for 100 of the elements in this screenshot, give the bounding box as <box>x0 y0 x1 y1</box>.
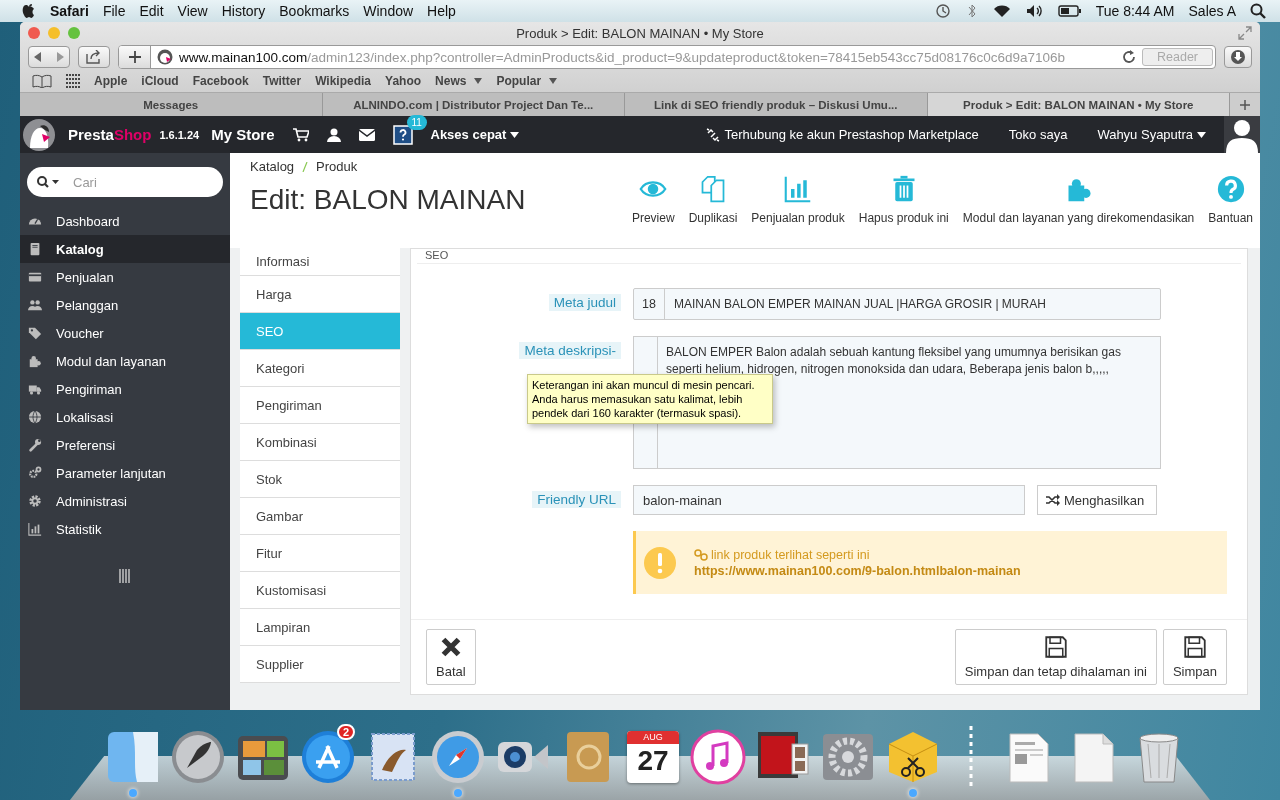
toolbar-button[interactable]: Modul dan layanan yang direkomendasikan <box>955 175 1202 225</box>
product-tab[interactable]: Fitur <box>240 535 400 572</box>
grid-icon[interactable] <box>66 74 80 88</box>
quick-access-menu[interactable]: Akses cepat <box>430 127 520 142</box>
product-tab[interactable]: Kombinasi <box>240 424 400 461</box>
generate-button[interactable]: Menghasilkan <box>1037 485 1158 515</box>
bird-logo[interactable] <box>22 117 56 152</box>
browser-tab[interactable]: Produk > Edit: BALON MAINAN • My Store <box>927 93 1230 116</box>
bookmark-link[interactable]: iCloud <box>141 74 179 88</box>
sidebar-item[interactable]: Penjualan <box>20 263 230 291</box>
book-icon <box>28 242 42 256</box>
product-tab[interactable]: Kategori <box>240 350 400 387</box>
rocket-icon[interactable] <box>169 728 227 786</box>
share-button[interactable] <box>78 46 110 68</box>
bookmark-link[interactable]: Wikipedia <box>315 74 372 88</box>
app-store-icon[interactable] <box>299 728 357 786</box>
product-tab[interactable]: Gambar <box>240 498 400 535</box>
cart-icon[interactable] <box>292 127 309 142</box>
add-bookmark-button[interactable] <box>119 46 151 68</box>
menu-item[interactable]: Bookmarks <box>279 3 350 19</box>
caret-icon <box>549 78 558 84</box>
user-avatar[interactable] <box>1224 116 1260 153</box>
clock-icon[interactable] <box>933 3 952 19</box>
sidebar-item[interactable]: Statistik <box>20 515 230 543</box>
menu-item[interactable]: Window <box>363 3 414 19</box>
save-button[interactable]: Simpan dan tetap dihalaman ini <box>954 629 1157 685</box>
collapse-handle-icon[interactable] <box>119 569 131 583</box>
sidebar-item[interactable]: Voucher <box>20 319 230 347</box>
product-tab[interactable]: Stok <box>240 461 400 498</box>
store-name[interactable]: My Store <box>211 126 275 143</box>
music-note-icon[interactable] <box>689 728 747 786</box>
compass-icon[interactable] <box>429 728 487 786</box>
fullscreen-icon[interactable] <box>1238 26 1252 40</box>
product-tab[interactable]: Kustomisasi <box>240 572 400 609</box>
menu-item[interactable]: Help <box>427 3 456 19</box>
help-icon[interactable] <box>392 124 413 145</box>
puzzle-icon <box>28 354 42 368</box>
cancel-button[interactable]: Batal <box>426 629 476 685</box>
url-field[interactable]: www.mainan100.com/admin123/index.php?controller=AdminProducts&id_product=9&updateproduct&token=78415eb543cc75d08176c0c6d9a7106b <box>179 49 1116 65</box>
toolbar-button[interactable]: Penjualan produk <box>744 175 852 225</box>
user-menu[interactable]: Sales A <box>1188 3 1236 19</box>
marketplace-link[interactable]: Terhubung ke akun Prestashop Marketplace <box>724 127 979 142</box>
close-button[interactable] <box>28 27 40 39</box>
search-icon[interactable] <box>37 176 59 188</box>
bookmark-link[interactable]: Apple <box>94 74 128 88</box>
sidebar-item[interactable]: Pengiriman <box>20 375 230 403</box>
sidebar-item[interactable]: Katalog <box>20 235 230 263</box>
search-icon[interactable] <box>1250 3 1266 19</box>
product-url-text: https://www.mainan100.com/9-balon.htmlbalon-mainan <box>694 563 1021 578</box>
bookmark-link[interactable]: Facebook <box>192 74 249 88</box>
clock-text[interactable]: Tue 8:44 AM <box>1095 3 1175 19</box>
apple-logo[interactable] <box>22 3 36 19</box>
downloads-button[interactable] <box>1224 46 1252 68</box>
meta-title-input[interactable]: MAINAN BALON EMPER MAINAN JUAL |HARGA GROSIR | MURAH <box>665 296 1160 312</box>
battery-icon[interactable] <box>1057 3 1082 19</box>
bookmark-link[interactable]: Popular <box>496 74 558 88</box>
bookmark-link[interactable]: Twitter <box>262 74 302 88</box>
back-forward-buttons[interactable] <box>28 46 70 68</box>
sidebar-item[interactable]: Pelanggan <box>20 291 230 319</box>
sidebar-item[interactable]: Dashboard <box>20 207 230 235</box>
menu-item[interactable]: Edit <box>139 3 164 19</box>
product-tab[interactable]: Lampiran <box>240 609 400 646</box>
product-tab[interactable]: Harga <box>240 276 400 313</box>
menu-item[interactable]: View <box>177 3 208 19</box>
reload-icon[interactable] <box>1122 50 1136 64</box>
character-count: 18 <box>634 289 665 319</box>
search-field[interactable]: Cari <box>27 167 223 197</box>
save-button[interactable]: Simpan <box>1162 629 1227 685</box>
meta-title-field[interactable]: 18 MAINAN BALON EMPER MAINAN JUAL |HARGA GROSIR | MURAH <box>633 288 1161 320</box>
toolbar-button[interactable]: Hapus produk ini <box>851 175 956 225</box>
sidebar-item[interactable]: Administrasi <box>20 487 230 515</box>
envelope-icon[interactable] <box>358 128 375 141</box>
menu-item[interactable]: File <box>102 3 126 19</box>
product-tab[interactable]: Pengiriman <box>240 387 400 424</box>
breadcrumb-link[interactable]: Katalog <box>250 159 295 174</box>
sidebar-item[interactable]: Parameter lanjutan <box>20 459 230 487</box>
product-tab[interactable]: Informasi <box>240 248 400 276</box>
field-label: Friendly URL <box>532 491 621 508</box>
toolbar-button[interactable]: Bantuan <box>1201 175 1260 225</box>
toolbar-button[interactable]: Preview <box>624 175 682 225</box>
user-menu[interactable]: Wahyu Syaputra <box>1097 127 1206 142</box>
bookmark-link[interactable]: News <box>435 74 483 88</box>
menu-item[interactable]: Safari <box>50 3 89 19</box>
breadcrumb-link[interactable]: Produk <box>316 159 358 174</box>
search-input[interactable]: Cari <box>71 173 195 191</box>
toolbar-button[interactable]: Duplikasi <box>681 175 745 225</box>
alert-text: link produk terlihat seperti ini <box>711 547 870 562</box>
my-shop-link[interactable]: Toko saya <box>1008 127 1068 142</box>
user-icon[interactable] <box>326 127 341 142</box>
product-tab[interactable]: Supplier <box>240 646 400 683</box>
friendly-url-field[interactable]: balon-mainan <box>633 485 1025 515</box>
book-icon[interactable] <box>32 74 52 88</box>
calendar-icon[interactable]: AUG 27 <box>627 731 679 783</box>
sidebar-item[interactable]: Preferensi <box>20 431 230 459</box>
sidebar-item[interactable]: Modul dan layanan <box>20 347 230 375</box>
bookmark-link[interactable]: Yahoo <box>385 74 422 88</box>
menu-item[interactable]: History <box>221 3 266 19</box>
volume-icon[interactable] <box>1025 3 1044 19</box>
sidebar-item[interactable]: Lokalisasi <box>20 403 230 431</box>
caret-icon <box>1197 131 1206 138</box>
